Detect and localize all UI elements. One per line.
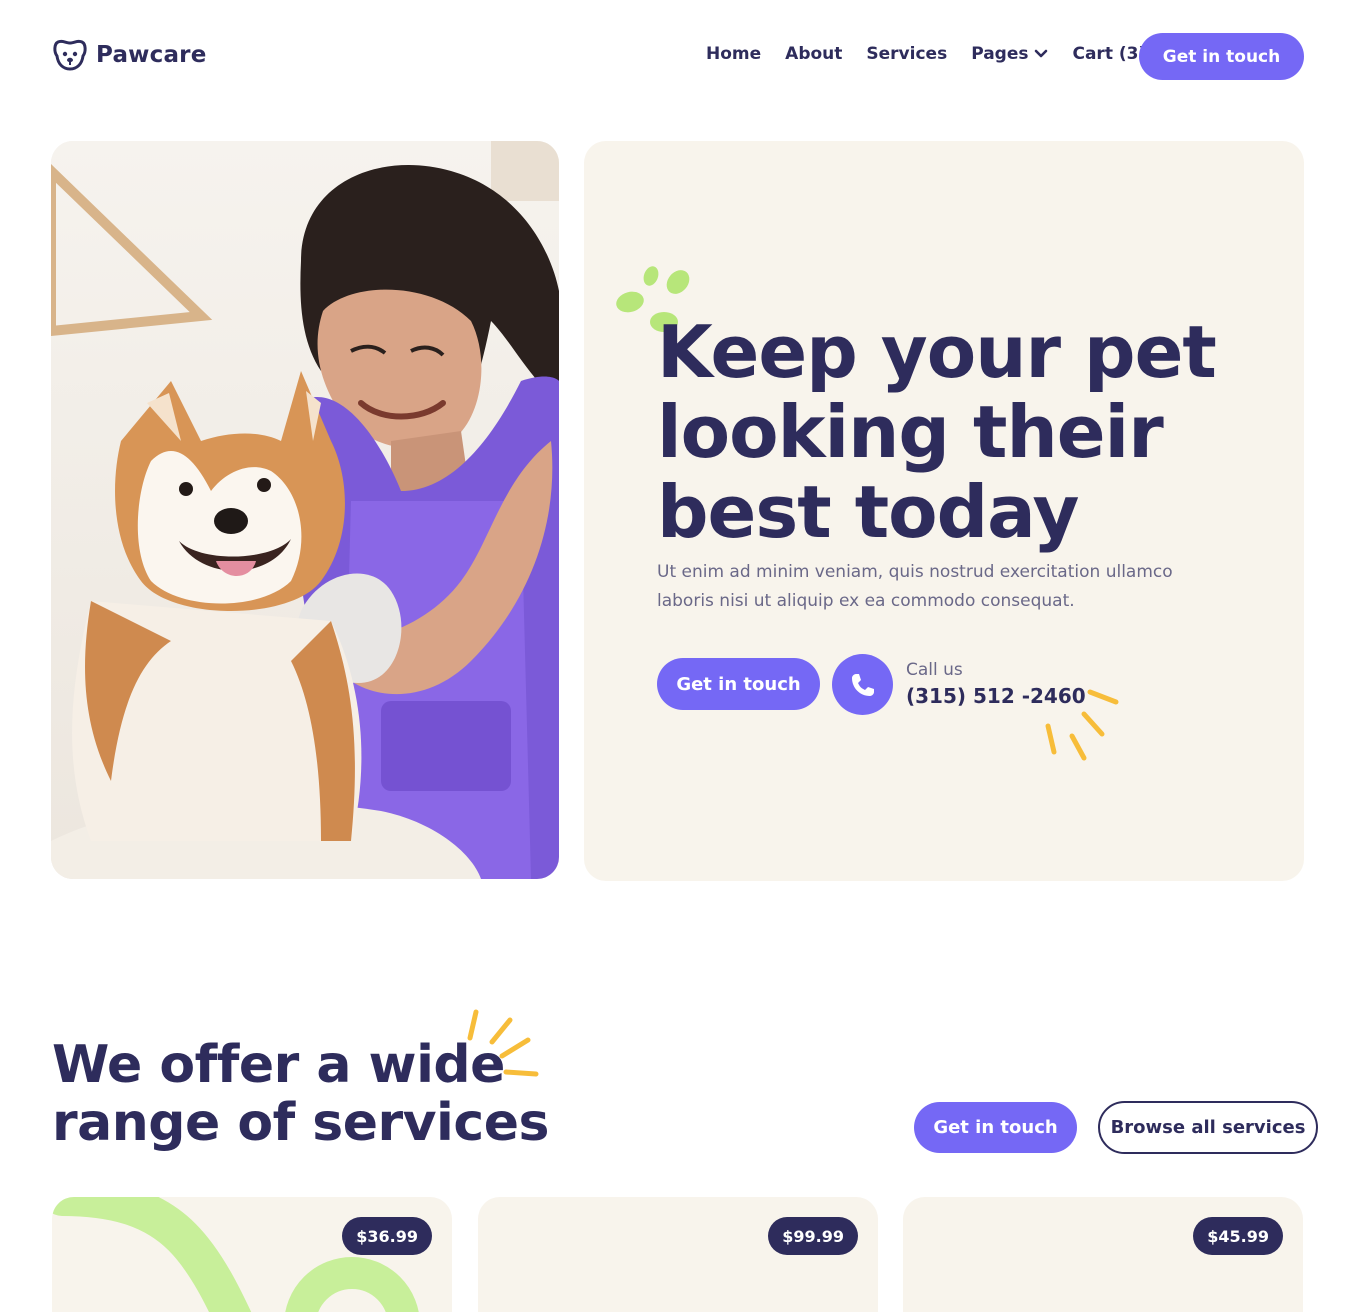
hero-illustration [51,141,559,879]
brand-name: Pawcare [96,42,207,68]
call-button[interactable] [832,654,893,715]
nav-home[interactable]: Home [706,44,761,64]
main-menu: Home About Services Pages Cart (3) [706,44,1170,64]
service-card[interactable]: $36.99 [52,1197,452,1312]
brand-logo[interactable]: Pawcare [52,38,207,72]
nav-cart[interactable]: Cart (3) [1072,44,1146,64]
header-get-in-touch-button[interactable]: Get in touch [1139,33,1304,80]
dog-face-icon [53,39,87,71]
groomer-with-dog-photo [51,141,559,879]
price-badge: $45.99 [1193,1217,1283,1255]
service-card[interactable]: $99.99 [478,1197,878,1312]
chevron-down-icon [1035,49,1048,58]
hero-subtitle: Ut enim ad minim veniam, quis nostrud ex… [657,562,1173,611]
hero-get-in-touch-button[interactable]: Get in touch [657,658,820,710]
sparkle-lines-icon [467,1009,539,1077]
sparkle-lines-icon [1045,689,1119,761]
services-get-in-touch-button[interactable]: Get in touch [914,1102,1077,1153]
nav-about[interactable]: About [785,44,842,64]
nav-pages[interactable]: Pages [971,44,1048,64]
browse-all-services-button[interactable]: Browse all services [1098,1101,1318,1154]
call-us-label: Call us [906,660,963,680]
price-badge: $36.99 [342,1217,432,1255]
nav-services[interactable]: Services [866,44,947,64]
site-header: Pawcare Home About Services Pages Cart (… [0,0,1360,112]
phone-icon [851,673,874,696]
price-badge: $99.99 [768,1217,858,1255]
service-card[interactable]: $45.99 [903,1197,1303,1312]
hero-title: Keep your pet looking their best today [657,310,1217,554]
nav-pages-label: Pages [971,44,1029,64]
